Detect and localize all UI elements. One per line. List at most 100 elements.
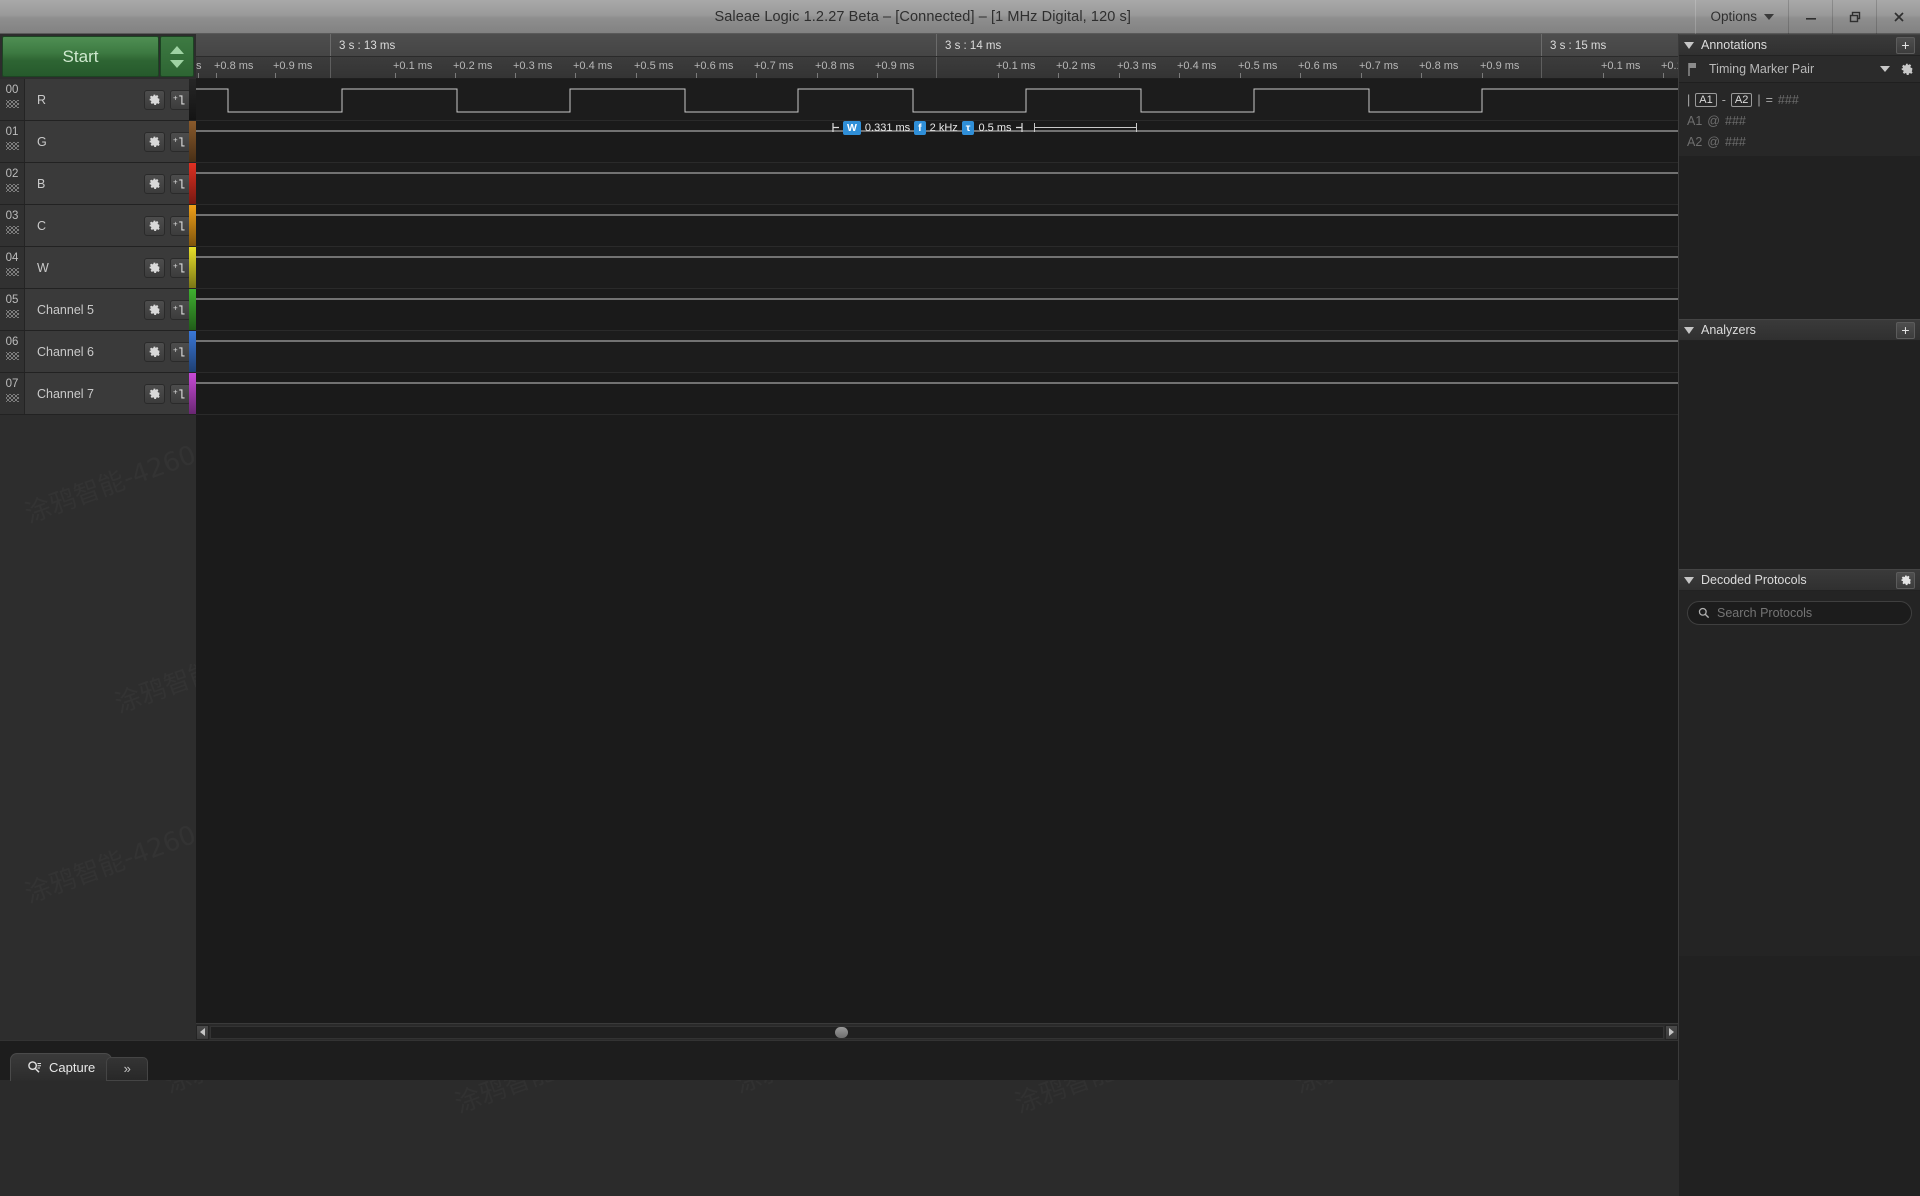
drag-handle-icon[interactable] [5, 352, 19, 360]
ruler-divider-1 [936, 57, 937, 78]
decoded-protocols-panel-header[interactable]: Decoded Protocols [1679, 569, 1920, 591]
measurement-span-start-cap [1034, 123, 1035, 132]
channel-row-07[interactable]: 07 Channel 7 + [0, 373, 196, 415]
drag-handle-icon[interactable] [5, 310, 19, 318]
drag-handle-icon[interactable] [5, 142, 19, 150]
waveform-lanes[interactable] [196, 79, 1678, 454]
close-button[interactable] [1876, 0, 1920, 34]
measure-left-cap-icon [832, 123, 839, 132]
channel-row-06[interactable]: 06 Channel 6 + [0, 331, 196, 373]
window-controls: Options [1695, 0, 1920, 34]
channel-trigger-button[interactable]: + [170, 383, 191, 404]
channel-trigger-button[interactable]: + [170, 131, 191, 152]
waveform-lane-04[interactable] [196, 247, 1678, 289]
channel-trigger-button[interactable]: + [170, 89, 191, 110]
channel-row-02[interactable]: 02 B + [0, 163, 196, 205]
restore-button[interactable] [1832, 0, 1876, 34]
waveform-lane-02[interactable] [196, 163, 1678, 205]
scrollbar-track[interactable] [210, 1025, 1664, 1039]
gear-icon [149, 388, 160, 400]
row-equals: = [1765, 93, 1773, 107]
edge-trigger-icon: + [173, 345, 185, 357]
channel-settings-button[interactable] [144, 131, 165, 152]
tick-mark-21 [1603, 73, 1604, 78]
analyzers-panel-header[interactable]: Analyzers + [1679, 319, 1920, 341]
tick-mark-15 [1179, 73, 1180, 78]
channel-row-00[interactable]: 00 R + [0, 79, 196, 121]
channel-row-03[interactable]: 03 C + [0, 205, 196, 247]
decoded-protocols-title: Decoded Protocols [1701, 573, 1807, 587]
annotation-settings-gear-icon[interactable] [1900, 62, 1914, 76]
protocol-search-input[interactable] [1717, 606, 1901, 620]
annotations-panel-header[interactable]: Annotations + [1679, 34, 1920, 56]
channel-name-label: Channel 6 [37, 344, 94, 359]
channel-index-label: 00 [5, 84, 19, 96]
channel-settings-button[interactable] [144, 341, 165, 362]
scroll-left-button[interactable] [196, 1024, 209, 1040]
channel-trigger-button[interactable]: + [170, 215, 191, 236]
tick-mark-14 [1119, 73, 1120, 78]
triangle-down-icon[interactable] [170, 59, 184, 68]
minimize-button[interactable] [1788, 0, 1832, 34]
options-menu-button[interactable]: Options [1695, 0, 1788, 34]
capture-stepper[interactable] [160, 36, 194, 77]
channel-trigger-button[interactable]: + [170, 299, 191, 320]
add-analyzer-button[interactable]: + [1896, 321, 1915, 339]
edge-trigger-icon: + [173, 219, 185, 231]
chevron-down-icon[interactable] [1880, 66, 1890, 72]
channel-trigger-button[interactable]: + [170, 341, 191, 362]
drag-handle-icon[interactable] [5, 184, 19, 192]
channel-settings-button[interactable] [144, 173, 165, 194]
start-button[interactable]: Start [2, 36, 159, 77]
channel-row-05[interactable]: 05 Channel 5 + [0, 289, 196, 331]
waveform-lane-03[interactable] [196, 205, 1678, 247]
marker-a1-key[interactable]: A1 [1695, 93, 1717, 107]
marker-pin-icon[interactable] [1685, 62, 1699, 77]
chevron-down-icon[interactable] [1684, 576, 1694, 584]
channel-settings-button[interactable] [144, 299, 165, 320]
waveform-lane-00[interactable] [196, 79, 1678, 121]
horizontal-scrollbar[interactable] [196, 1023, 1678, 1040]
window-title: Saleae Logic 1.2.27 Beta – [Connected] –… [714, 8, 1132, 25]
drag-handle-icon[interactable] [5, 226, 19, 234]
channel-trigger-button[interactable]: + [170, 257, 191, 278]
sidebar-bottom-space [1679, 956, 1920, 1196]
chevron-down-icon[interactable] [1684, 326, 1694, 334]
drag-handle-icon[interactable] [5, 394, 19, 402]
protocols-settings-button[interactable] [1896, 571, 1915, 589]
waveform-lane-06[interactable] [196, 331, 1678, 373]
channel-settings-button[interactable] [144, 89, 165, 110]
annotation-type-selector[interactable]: Timing Marker Pair [1679, 56, 1920, 83]
waveform-svg [196, 214, 1678, 216]
drag-handle-icon[interactable] [5, 100, 19, 108]
tick-mark-13 [1058, 73, 1059, 78]
waveform-lane-07[interactable] [196, 373, 1678, 415]
marker-a2-key[interactable]: A2 [1730, 93, 1753, 107]
channel-color-swatch [189, 79, 196, 120]
tick-mark-0 [198, 73, 199, 78]
channel-settings-button[interactable] [144, 383, 165, 404]
capture-tab[interactable]: Capture [10, 1052, 113, 1081]
channel-index-label: 02 [5, 168, 19, 180]
channel-color-swatch [189, 163, 196, 204]
waveform-lane-05[interactable] [196, 289, 1678, 331]
channel-row-01[interactable]: 01 G + [0, 121, 196, 163]
triangle-up-icon[interactable] [170, 45, 184, 54]
chevron-down-icon[interactable] [1684, 41, 1694, 49]
channel-settings-button[interactable] [144, 257, 165, 278]
timeline-ticks-ruler[interactable]: s +0.8 ms +0.9 ms +0.1 ms +0.2 ms +0.3 ms +0.4… [196, 57, 1678, 79]
timeline-seconds-ruler[interactable]: 3 s : 13 ms 3 s : 14 ms 3 s : 15 ms [196, 34, 1678, 57]
scroll-right-button[interactable] [1665, 1024, 1678, 1040]
width-value: 0.331 ms [864, 121, 911, 134]
scrollbar-thumb[interactable] [835, 1026, 849, 1038]
channel-settings-button[interactable] [144, 215, 165, 236]
drag-handle-icon[interactable] [5, 268, 19, 276]
channel-trigger-button[interactable]: + [170, 173, 191, 194]
channel-index: 00 [0, 79, 25, 120]
analyzers-list[interactable] [1679, 341, 1920, 569]
channel-row-04[interactable]: 04 W + [0, 247, 196, 289]
gear-icon [1901, 575, 1911, 586]
add-annotation-button[interactable]: + [1896, 36, 1915, 54]
protocol-search-box[interactable] [1687, 601, 1912, 625]
expand-panel-button[interactable]: » [106, 1056, 149, 1081]
